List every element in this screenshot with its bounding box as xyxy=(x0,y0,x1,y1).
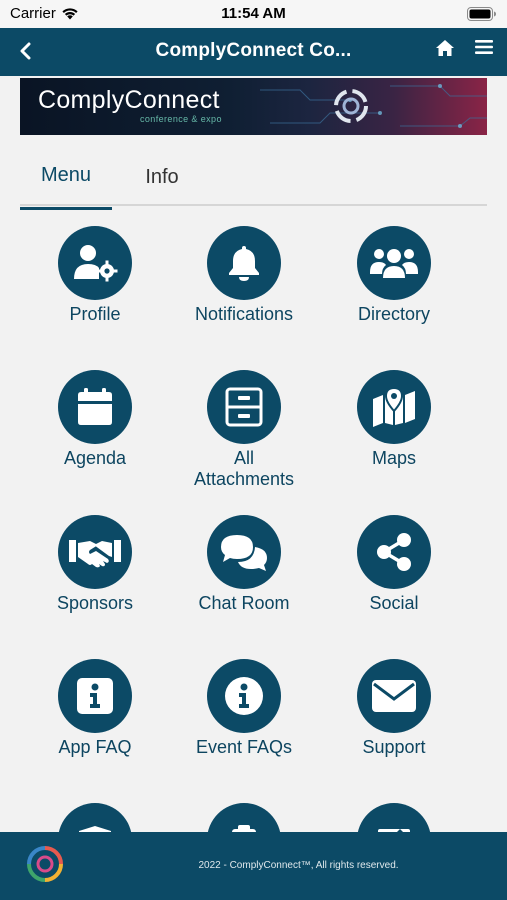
profile-icon-circle xyxy=(58,226,132,300)
hamburger-icon xyxy=(475,40,493,54)
user-gear-icon xyxy=(74,245,118,282)
cabinet-icon xyxy=(225,387,263,427)
menu-item-label: Directory xyxy=(357,304,430,324)
social-icon-circle xyxy=(357,515,431,589)
menu-item-directory[interactable]: Directory xyxy=(314,226,474,325)
menu-item-label: Profile xyxy=(69,304,121,324)
event-banner: ComplyConnect conference & expo xyxy=(20,78,487,135)
banner-brand: ComplyConnect xyxy=(38,86,220,114)
users-icon xyxy=(370,249,418,278)
menu-item-label: Chat Room xyxy=(198,593,290,613)
menu-item-all-attachments[interactable]: All Attachments xyxy=(164,370,324,490)
home-icon xyxy=(436,40,454,56)
map-icon xyxy=(373,387,415,427)
support-icon-circle xyxy=(357,659,431,733)
menu-item-label: Sponsors xyxy=(56,593,134,613)
handshake-icon xyxy=(69,540,121,568)
envelope-icon xyxy=(372,680,416,712)
nav-title: ComplyConnect Co... xyxy=(155,40,352,61)
footer: 2022 - ComplyConnect™, All rights reserv… xyxy=(0,832,507,900)
directory-icon-circle xyxy=(357,226,431,300)
app-faq-icon-circle xyxy=(58,659,132,733)
menu-item-label: Support xyxy=(362,737,426,757)
bell-icon xyxy=(229,246,259,281)
menu-button[interactable] xyxy=(475,39,493,60)
menu-item-label: Social xyxy=(369,593,419,613)
tab-bar: Menu Info xyxy=(20,158,487,210)
menu-item-notifications[interactable]: Notifications xyxy=(164,226,324,325)
complyconnect-logo-icon xyxy=(334,89,368,123)
banner-tagline: conference & expo xyxy=(140,114,222,124)
menu-item-app-faq[interactable]: App FAQ xyxy=(15,659,175,758)
info-square-icon xyxy=(77,678,113,714)
share-icon xyxy=(377,533,411,571)
notifications-icon-circle xyxy=(207,226,281,300)
menu-item-label: Event FAQs xyxy=(195,737,293,757)
menu-item-event-faqs[interactable]: Event FAQs xyxy=(164,659,324,758)
tab-info[interactable]: Info xyxy=(125,166,199,206)
clock: 11:54 AM xyxy=(221,5,286,22)
chat-icon xyxy=(221,535,267,571)
tab-menu[interactable]: Menu xyxy=(20,164,112,210)
nav-bar: ComplyConnect Co... xyxy=(0,28,507,76)
menu-item-label: Maps xyxy=(371,448,416,468)
menu-item-sponsors[interactable]: Sponsors xyxy=(15,515,175,614)
copyright-text: 2022 - ComplyConnect™, All rights reserv… xyxy=(198,860,399,871)
menu-item-label: App FAQ xyxy=(58,737,132,757)
menu-item-label: Agenda xyxy=(63,448,127,468)
calendar-icon xyxy=(78,388,112,425)
sponsors-icon-circle xyxy=(58,515,132,589)
menu-item-chat-room[interactable]: Chat Room xyxy=(164,515,324,614)
complyconnect-footer-logo-icon xyxy=(27,846,63,882)
event-faqs-icon-circle xyxy=(207,659,281,733)
menu-item-agenda[interactable]: Agenda xyxy=(15,370,175,469)
status-bar: Carrier 11:54 AM xyxy=(0,0,507,28)
back-button[interactable] xyxy=(14,38,36,64)
battery-icon xyxy=(467,7,496,21)
agenda-icon-circle xyxy=(58,370,132,444)
chat-room-icon-circle xyxy=(207,515,281,589)
menu-item-social[interactable]: Social xyxy=(314,515,474,614)
menu-item-label: Notifications xyxy=(194,304,294,324)
home-button[interactable] xyxy=(435,39,455,62)
maps-icon-circle xyxy=(357,370,431,444)
info-circle-icon xyxy=(225,677,263,715)
chevron-left-icon xyxy=(20,42,31,60)
menu-item-maps[interactable]: Maps xyxy=(314,370,474,469)
menu-item-label: All Attachments xyxy=(193,448,295,489)
menu-item-profile[interactable]: Profile xyxy=(15,226,175,325)
attachments-icon-circle xyxy=(207,370,281,444)
menu-item-support[interactable]: Support xyxy=(314,659,474,758)
